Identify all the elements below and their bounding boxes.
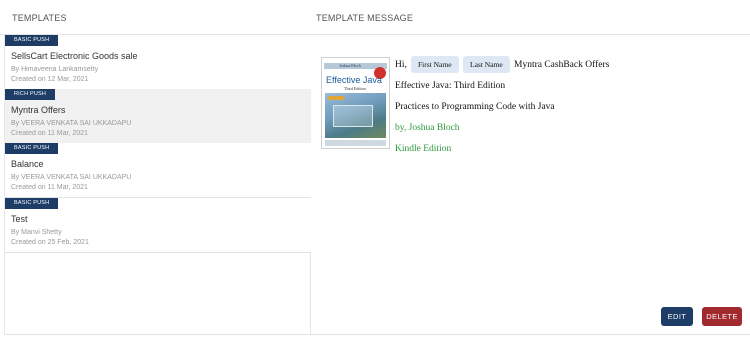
edit-button[interactable]: EDIT <box>661 307 693 326</box>
cover-footer <box>325 140 386 146</box>
cover-title: Effective Java <box>326 75 382 85</box>
template-created-date: Created on 12 Mar, 2021 <box>11 76 89 83</box>
divider <box>311 334 750 335</box>
template-list: BASIC PUSH SellsCart Electronic Goods sa… <box>4 35 311 335</box>
template-type-badge: BASIC PUSH <box>5 143 59 154</box>
template-author: By VEERA VENKATA SAI UKKADAPU <box>11 174 132 181</box>
cover-tag <box>328 96 344 100</box>
template-item-myntra-offers[interactable]: RICH PUSH Myntra Offers By VEERA VENKATA… <box>5 89 311 144</box>
template-created-date: Created on 11 Mar, 2021 <box>11 130 88 137</box>
cover-illustration <box>325 93 386 138</box>
book-cover-image: Joshua Bloch Effective Java Third Editio… <box>321 57 390 149</box>
template-item-sellscart[interactable]: BASIC PUSH SellsCart Electronic Goods sa… <box>5 35 311 90</box>
template-created-date: Created on 11 Mar, 2021 <box>11 184 88 191</box>
templates-header: TEMPLATES <box>12 13 67 23</box>
template-type-badge: BASIC PUSH <box>5 198 59 209</box>
template-author: By Himaveena Lankamsetty <box>11 66 99 73</box>
template-type-badge: BASIC PUSH <box>5 35 59 46</box>
cover-subtitle: Third Edition <box>344 86 366 91</box>
greeting-text: Hi, <box>395 60 407 70</box>
delete-button[interactable]: DELETE <box>702 307 742 326</box>
template-author: By Manvi Shetty <box>11 229 62 236</box>
template-created-date: Created on 25 Feb, 2021 <box>11 239 89 246</box>
cover-author: Joshua Bloch <box>339 63 361 68</box>
template-author: By VEERA VENKATA SAI UKKADAPU <box>11 120 132 127</box>
message-line-author: by, Joshua Bloch <box>395 123 460 133</box>
template-name: SellsCart Electronic Goods sale <box>11 51 138 61</box>
template-item-test[interactable]: BASIC PUSH Test By Manvi Shetty Created … <box>5 198 311 253</box>
template-name: Test <box>11 214 28 224</box>
template-name: Balance <box>11 159 44 169</box>
template-message-header: TEMPLATE MESSAGE <box>316 13 414 23</box>
header: TEMPLATES TEMPLATE MESSAGE <box>0 0 750 35</box>
message-headline: Myntra CashBack Offers <box>514 60 610 70</box>
message-line-description: Practices to Programming Code with Java <box>395 102 555 112</box>
template-item-balance[interactable]: BASIC PUSH Balance By VEERA VENKATA SAI … <box>5 143 311 198</box>
template-name: Myntra Offers <box>11 105 66 115</box>
template-type-badge: RICH PUSH <box>5 89 56 100</box>
message-line-title: Effective Java: Third Edition <box>395 81 506 91</box>
last-name-placeholder-chip: Last Name <box>463 56 510 73</box>
message-line-edition: Kindle Edition <box>395 144 452 154</box>
first-name-placeholder-chip: First Name <box>411 56 459 73</box>
cover-structure <box>333 105 373 127</box>
